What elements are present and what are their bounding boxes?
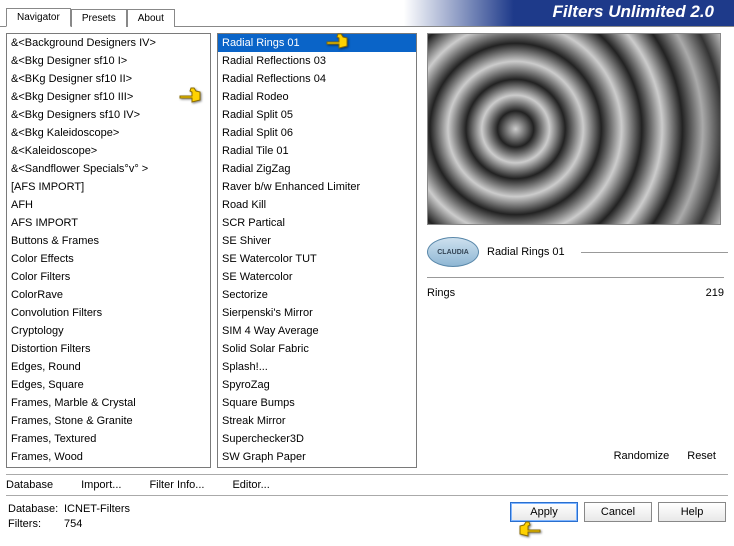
randomize-button[interactable]: Randomize	[614, 450, 670, 462]
apply-button[interactable]: Apply	[510, 502, 578, 522]
list-item[interactable]: Cryptology	[7, 322, 210, 340]
list-item[interactable]: SIM 4 Way Average	[218, 322, 416, 340]
list-item[interactable]: Radial Rodeo	[218, 88, 416, 106]
list-item[interactable]: Raver b/w Enhanced Limiter	[218, 178, 416, 196]
list-item[interactable]: SW Hollow Dot	[218, 466, 416, 468]
list-item[interactable]: AFS IMPORT	[7, 214, 210, 232]
list-item[interactable]: Radial Split 06	[218, 124, 416, 142]
current-filter-name: Radial Rings 01	[487, 246, 565, 258]
tab-navigator[interactable]: Navigator	[6, 8, 71, 27]
help-button[interactable]: Help	[658, 502, 726, 522]
list-item[interactable]: &<Bkg Designer sf10 I>	[7, 52, 210, 70]
filter-info-button[interactable]: Filter Info...	[149, 479, 204, 491]
list-item[interactable]: Convolution Filters	[7, 304, 210, 322]
tab-about[interactable]: About	[127, 9, 175, 27]
list-item[interactable]: Sierpenski's Mirror	[218, 304, 416, 322]
database-button[interactable]: Database	[6, 479, 53, 491]
list-item[interactable]: &<BKg Designer sf10 II>	[7, 70, 210, 88]
list-item[interactable]: Radial Reflections 04	[218, 70, 416, 88]
editor-button[interactable]: Editor...	[232, 479, 269, 491]
list-item[interactable]: SE Watercolor TUT	[218, 250, 416, 268]
param-label: Rings	[427, 287, 487, 299]
preview-image	[427, 33, 721, 225]
tab-presets[interactable]: Presets	[71, 9, 127, 27]
list-item[interactable]: Distortion Filters	[7, 340, 210, 358]
list-item[interactable]: Edges, Round	[7, 358, 210, 376]
import-button[interactable]: Import...	[81, 479, 121, 491]
list-item[interactable]: &<Bkg Kaleidoscope>	[7, 124, 210, 142]
list-item[interactable]: Color Filters	[7, 268, 210, 286]
param-slider[interactable]	[495, 284, 680, 302]
list-item[interactable]: SE Watercolor	[218, 268, 416, 286]
list-item[interactable]: &<Background Designers IV>	[7, 34, 210, 52]
list-item[interactable]: Color Effects	[7, 250, 210, 268]
list-item[interactable]: SE Shiver	[218, 232, 416, 250]
list-item[interactable]: Streak Mirror	[218, 412, 416, 430]
param-value: 219	[688, 287, 724, 299]
list-item[interactable]: Edges, Square	[7, 376, 210, 394]
list-item[interactable]: &<Bkg Designers sf10 IV>	[7, 106, 210, 124]
category-list[interactable]: &<Background Designers IV>&<Bkg Designer…	[6, 33, 211, 468]
list-item[interactable]: &<Kaleidoscope>	[7, 142, 210, 160]
filter-list[interactable]: Radial Rings 01Radial Reflections 03Radi…	[217, 33, 417, 468]
reset-button[interactable]: Reset	[687, 450, 716, 462]
list-item[interactable]: Gradients	[7, 466, 210, 468]
list-item[interactable]: Frames, Wood	[7, 448, 210, 466]
list-item[interactable]: Radial ZigZag	[218, 160, 416, 178]
list-item[interactable]: Square Bumps	[218, 394, 416, 412]
list-item[interactable]: Sectorize	[218, 286, 416, 304]
list-item[interactable]: Frames, Textured	[7, 430, 210, 448]
list-item[interactable]: &<Bkg Designer sf10 III>	[7, 88, 210, 106]
list-item[interactable]: Radial Rings 01	[218, 34, 416, 52]
author-badge: CLAUDIA	[427, 237, 479, 267]
list-item[interactable]: SpyroZag	[218, 376, 416, 394]
list-item[interactable]: [AFS IMPORT]	[7, 178, 210, 196]
list-item[interactable]: Buttons & Frames	[7, 232, 210, 250]
app-title: Filters Unlimited 2.0	[552, 2, 714, 22]
param-row: Rings 219	[427, 282, 728, 306]
list-item[interactable]: Road Kill	[218, 196, 416, 214]
list-item[interactable]: AFH	[7, 196, 210, 214]
list-item[interactable]: SCR Partical	[218, 214, 416, 232]
list-item[interactable]: &<Sandflower Specials°v° >	[7, 160, 210, 178]
list-item[interactable]: Superchecker3D	[218, 430, 416, 448]
list-item[interactable]: Frames, Stone & Granite	[7, 412, 210, 430]
cancel-button[interactable]: Cancel	[584, 502, 652, 522]
list-item[interactable]: Frames, Marble & Crystal	[7, 394, 210, 412]
list-item[interactable]: SW Graph Paper	[218, 448, 416, 466]
list-item[interactable]: Radial Split 05	[218, 106, 416, 124]
list-item[interactable]: Splash!...	[218, 358, 416, 376]
list-item[interactable]: Solid Solar Fabric	[218, 340, 416, 358]
list-item[interactable]: ColorRave	[7, 286, 210, 304]
list-item[interactable]: Radial Reflections 03	[218, 52, 416, 70]
footer-info: Database:ICNET-Filters Filters:754	[8, 502, 510, 532]
list-item[interactable]: Radial Tile 01	[218, 142, 416, 160]
